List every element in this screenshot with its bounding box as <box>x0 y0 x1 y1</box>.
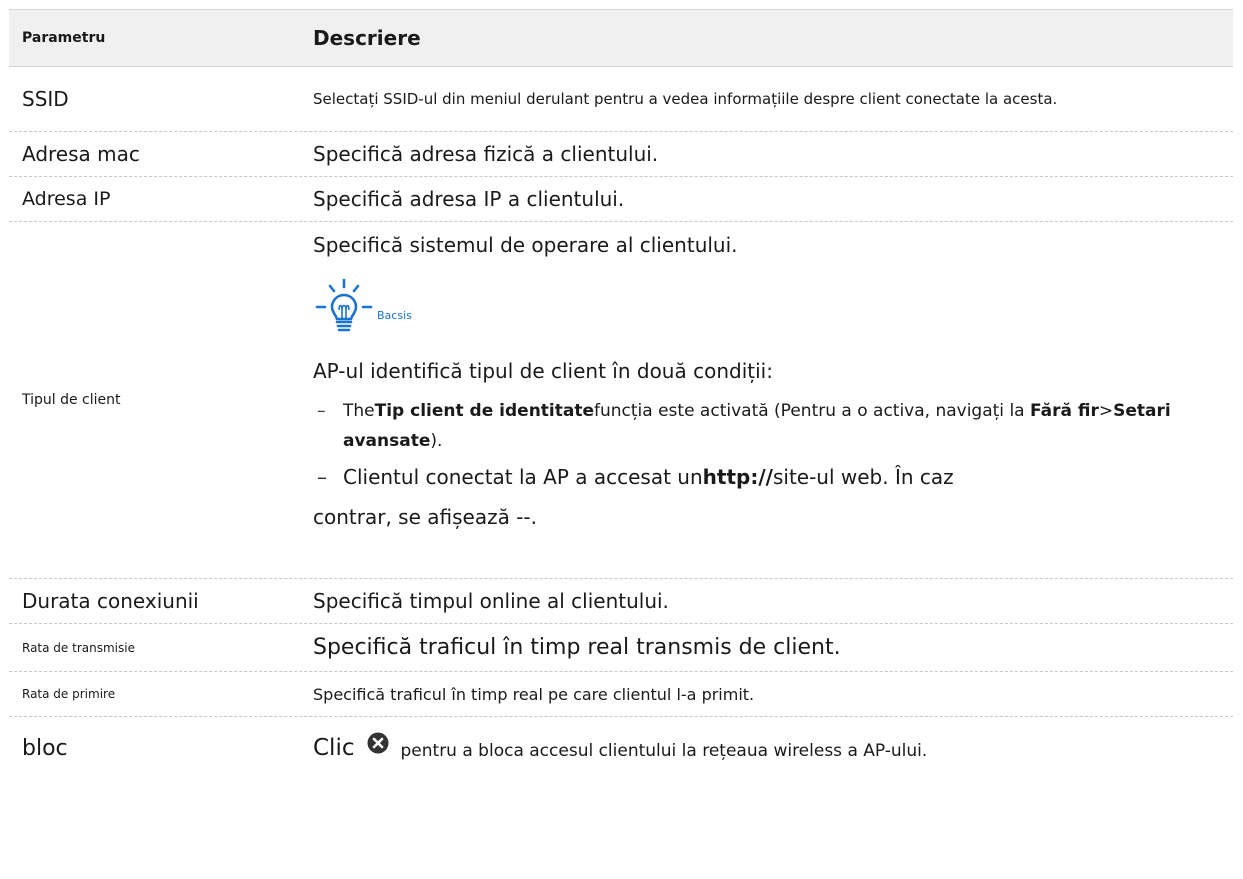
header-param: Parametru <box>22 30 106 46</box>
list-item: – TheTip client de identitatefuncția est… <box>317 401 1171 451</box>
param-desc: Selectați SSID-ul din meniul derulant pe… <box>313 89 1058 108</box>
param-name: Rata de primire <box>22 687 116 701</box>
param-name: bloc <box>22 735 68 761</box>
table-row-ssid: SSID Selectați SSID-ul din meniul derula… <box>9 67 1233 132</box>
param-desc: pentru a bloca accesul clientului la reț… <box>400 741 928 761</box>
tip-callout: Bacsis <box>313 278 1193 334</box>
close-circle-icon <box>367 732 388 754</box>
param-desc: Specifică timpul online al clientului. <box>313 589 669 613</box>
param-name: Adresa mac <box>22 142 140 166</box>
param-desc: Specifică traficul în timp real pe care … <box>313 684 755 704</box>
table-row-mac: Adresa mac Specifică adresa fizică a cli… <box>9 132 1233 177</box>
table-row-block: bloc Clic pentru a bloca accesul clientu… <box>9 717 1233 779</box>
table-header: Parametru Descriere <box>9 10 1233 67</box>
conditions-intro: AP-ul identifică tipul de client în două… <box>313 359 773 383</box>
param-name: Rata de transmisie <box>22 640 135 655</box>
param-name: SSID <box>22 87 69 111</box>
param-name: Durata conexiunii <box>22 589 199 613</box>
parameter-table: Parametru Descriere SSID Selectați SSID-… <box>9 9 1233 779</box>
table-row-ip: Adresa IP Specifică adresa IP a clientul… <box>9 177 1233 222</box>
param-desc: Specifică adresa fizică a clientului. <box>313 142 659 166</box>
tip-label: Bacsis <box>377 309 412 322</box>
header-desc: Descriere <box>313 26 421 50</box>
clic-text: Clic <box>313 735 355 761</box>
param-desc: Specifică adresa IP a clientului. <box>313 187 625 211</box>
conditions-continuation: contrar, se afișează --. <box>313 505 537 529</box>
table-row-client-type: Tipul de client Specifică sistemul de op… <box>9 222 1233 579</box>
param-desc: Specifică sistemul de operare al clientu… <box>313 233 738 257</box>
param-desc: Specifică traficul în timp real transmis… <box>313 635 841 660</box>
list-item: – Clientul conectat la AP a accesat unht… <box>317 465 954 489</box>
table-row-rx: Rata de primire Specifică traficul în ti… <box>9 672 1233 717</box>
lightbulb-icon <box>315 278 373 332</box>
param-name: Tipul de client <box>22 392 121 408</box>
table-row-duration: Durata conexiunii Specifică timpul onlin… <box>9 579 1233 624</box>
table-row-tx: Rata de transmisie Specifică traficul în… <box>9 624 1233 672</box>
param-name: Adresa IP <box>22 188 111 210</box>
